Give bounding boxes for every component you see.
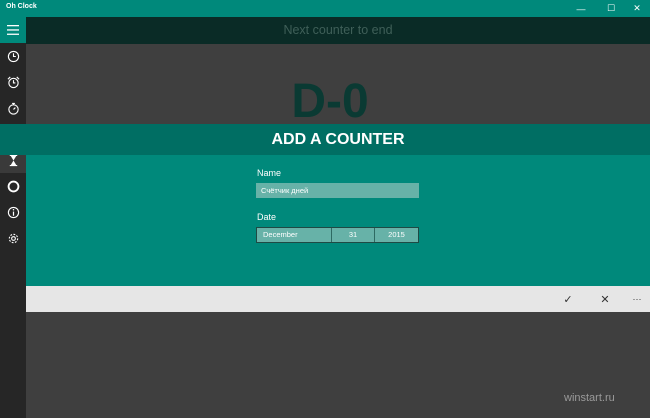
circle-icon [7,180,19,192]
minimize-button[interactable]: — [566,0,596,17]
hamburger-icon [7,25,19,35]
name-input[interactable]: Счётчик дней [256,183,419,198]
hamburger-menu-button[interactable] [0,17,26,43]
stopwatch-icon [7,102,19,115]
nav-item-stopwatch[interactable] [0,95,26,121]
hourglass-icon [9,154,17,166]
nav-item-settings[interactable] [0,225,26,251]
header-text: Next counter to end [283,23,393,37]
gear-icon [8,233,18,243]
add-counter-dialog [26,155,650,286]
accept-button[interactable]: ✓ [550,286,586,312]
nav-item-clock[interactable] [0,43,26,69]
cancel-button[interactable]: ✕ [587,286,623,312]
nav-item-alarm[interactable] [0,69,26,95]
name-label: Name [257,168,282,178]
command-bar: ✓ ✕ ··· [26,286,650,312]
watermark: winstart.ru [564,392,615,404]
title-bar: Oh Clock — ☐ ✕ [0,0,650,17]
date-label: Date [257,212,277,222]
next-counter-header: Next counter to end [26,17,650,44]
date-year[interactable]: 2015 [375,228,418,242]
alarm-icon [7,76,19,88]
date-day[interactable]: 31 [332,228,375,242]
nav-item-info[interactable] [0,199,26,225]
more-button[interactable]: ··· [619,286,650,312]
clock-icon [7,50,19,62]
window-title: Oh Clock [6,3,37,10]
nav-item-circle[interactable] [0,173,26,199]
close-window-button[interactable]: ✕ [622,0,650,17]
info-icon [7,206,19,218]
dialog-header: ADD A COUNTER [0,124,650,155]
counter-value: D-0 [291,75,369,128]
dialog-title: ADD A COUNTER [271,131,405,148]
date-picker[interactable]: December 31 2015 [256,227,419,243]
sidebar [0,17,26,418]
date-month[interactable]: December [257,228,332,242]
